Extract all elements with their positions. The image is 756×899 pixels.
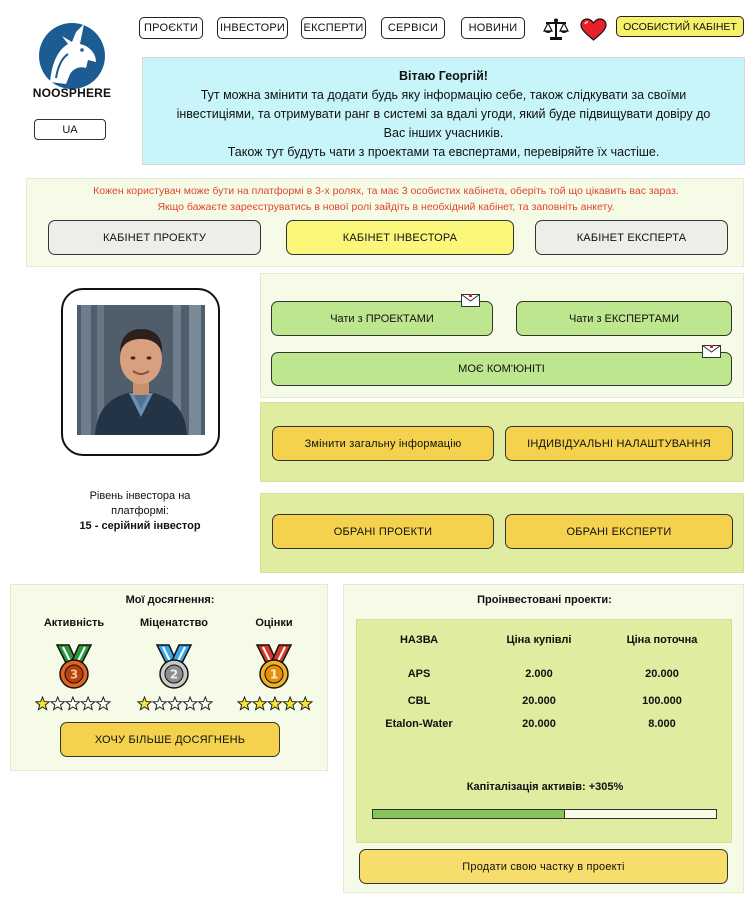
patronage-stars	[137, 696, 213, 711]
capitalization-text: Капіталізація активів: +305%	[466, 781, 624, 793]
achievements-panel: Мої досягнення: Активність Міценатство О…	[10, 584, 328, 771]
star-empty-icon	[95, 696, 111, 711]
medal-rank-text: 2	[170, 668, 178, 682]
individual-settings-button[interactable]: ІНДИВІДУАЛЬНІ НАЛАШТУВАННЯ	[505, 426, 733, 461]
settings-panel: Змінити загальну інформацію ІНДИВІДУАЛЬН…	[260, 402, 744, 482]
medal-rank-text: 1	[270, 668, 278, 682]
investor-level-value: 15 - серійний інвестор	[79, 520, 201, 532]
welcome-greeting: Вітаю Георгій!	[399, 69, 488, 83]
welcome-text-line-1: Тут можна змінити та додати будь яку інф…	[200, 88, 687, 102]
nav-services[interactable]: СЕРВІСИ	[381, 17, 445, 39]
star-empty-icon	[182, 696, 199, 711]
star-filled-icon	[251, 696, 268, 711]
medal-rank-text: 3	[70, 668, 78, 682]
achievements-title: Мої досягнення:	[125, 594, 215, 606]
table-cell-current-price: 8.000	[648, 718, 676, 730]
nav-investors[interactable]: ІНВЕСТОРИ	[217, 17, 288, 39]
roles-note-line-2: Якщо бажаєте зареєструватись в нової рол…	[157, 201, 615, 213]
invested-projects-table: НАЗВА Ціна купівлі Ціна поточна APS 2.00…	[356, 619, 732, 843]
project-cabinet-button[interactable]: КАБІНЕТ ПРОЕКТУ	[48, 220, 261, 255]
table-cell-buy-price: 20.000	[522, 718, 556, 730]
table-cell-current-price: 100.000	[642, 695, 682, 707]
star-filled-icon	[282, 696, 299, 711]
favorite-experts-button[interactable]: ОБРАНІ ЕКСПЕРТИ	[505, 514, 733, 549]
chats-panel: Чати з ПРОЕКТАМИ Чати з ЕКСПЕРТАМИ МОЄ К…	[260, 273, 744, 398]
roles-note: Кожен користувач може бути на платформі …	[27, 183, 745, 215]
brand-name: NOOSPHERE	[32, 86, 112, 100]
table-cell-name: CBL	[407, 695, 431, 707]
bronze-medal-icon: 3	[55, 644, 93, 689]
heart-icon[interactable]	[580, 18, 607, 42]
personal-cabinet-button[interactable]: ОСОБИСТИЙ КАБІНЕТ	[616, 16, 744, 37]
achievement-label-activity: Активність	[43, 617, 105, 629]
star-filled-icon	[35, 696, 51, 711]
sell-share-button[interactable]: Продати свою частку в проекті	[359, 849, 728, 884]
achievement-label-patronage: Міценатство	[140, 617, 208, 629]
scales-icon[interactable]	[543, 17, 569, 41]
roles-note-line-1: Кожен користувач може бути на платформі …	[93, 185, 679, 197]
activity-stars	[35, 696, 111, 711]
welcome-panel: Вітаю Георгій! Тут можна змінити та дода…	[142, 57, 745, 165]
star-empty-icon	[64, 696, 81, 711]
table-cell-buy-price: 20.000	[522, 695, 556, 707]
project-chats-button[interactable]: Чати з ПРОЕКТАМИ	[271, 301, 493, 336]
nav-experts[interactable]: ЕКСПЕРТИ	[301, 17, 366, 39]
favorites-panel: ОБРАНІ ПРОЕКТИ ОБРАНІ ЕКСПЕРТИ	[260, 493, 744, 573]
silver-medal-icon: 2	[155, 644, 193, 689]
noosphere-logo-icon	[39, 23, 105, 89]
welcome-text-line-3: Вас інших учасників.	[383, 126, 504, 140]
star-filled-icon	[297, 696, 313, 711]
table-cell-buy-price: 2.000	[525, 668, 553, 680]
more-achievements-button[interactable]: ХОЧУ БІЛЬШЕ ДОСЯГНЕНЬ	[60, 722, 280, 757]
investor-level-label: Рівень інвестора на платформі:	[89, 490, 191, 517]
star-filled-icon	[266, 696, 283, 711]
new-message-envelope-icon	[702, 345, 721, 358]
favorite-projects-button[interactable]: ОБРАНІ ПРОЕКТИ	[272, 514, 494, 549]
star-filled-icon	[137, 696, 153, 711]
welcome-text-line-4: Також тут будуть чати з проектами та евс…	[227, 145, 660, 159]
new-message-envelope-icon	[461, 294, 480, 307]
star-empty-icon	[166, 696, 183, 711]
table-cell-current-price: 20.000	[645, 668, 679, 680]
ratings-stars	[237, 696, 313, 711]
invested-projects-panel: Проінвестовані проекти: НАЗВА Ціна купів…	[343, 584, 744, 893]
capitalization-progress-fill	[373, 810, 566, 818]
star-empty-icon	[49, 696, 66, 711]
roles-panel: Кожен користувач може бути на платформі …	[26, 178, 744, 267]
nav-projects[interactable]: ПРОЄКТИ	[139, 17, 203, 39]
avatar[interactable]	[77, 305, 205, 435]
expert-chats-button[interactable]: Чати з ЕКСПЕРТАМИ	[516, 301, 732, 336]
language-button[interactable]: UA	[34, 119, 106, 140]
column-header-current-price: Ціна поточна	[626, 634, 698, 646]
welcome-text-line-2: інвестиціями, та отримувати ранг в систе…	[176, 107, 711, 121]
table-cell-name: Etalon-Water	[385, 718, 453, 730]
expert-cabinet-button[interactable]: КАБІНЕТ ЕКСПЕРТА	[535, 220, 728, 255]
table-cell-name: APS	[407, 668, 431, 680]
achievement-label-ratings: Оцінки	[255, 617, 293, 629]
invested-projects-title: Проінвестовані проекти:	[477, 594, 612, 606]
gold-medal-icon: 1	[255, 644, 293, 689]
column-header-name: НАЗВА	[399, 634, 439, 646]
column-header-buy-price: Ціна купівлі	[506, 634, 572, 646]
investor-cabinet-button[interactable]: КАБІНЕТ ІНВЕСТОРА	[286, 220, 514, 255]
star-empty-icon	[197, 696, 213, 711]
my-community-button[interactable]: МОЄ КОМ'ЮНІТІ	[271, 352, 732, 386]
nav-news[interactable]: НОВИНИ	[461, 17, 525, 39]
star-filled-icon	[237, 696, 253, 711]
change-info-button[interactable]: Змінити загальну інформацію	[272, 426, 494, 461]
star-empty-icon	[80, 696, 97, 711]
star-empty-icon	[151, 696, 168, 711]
capitalization-progress-bar	[372, 809, 717, 819]
